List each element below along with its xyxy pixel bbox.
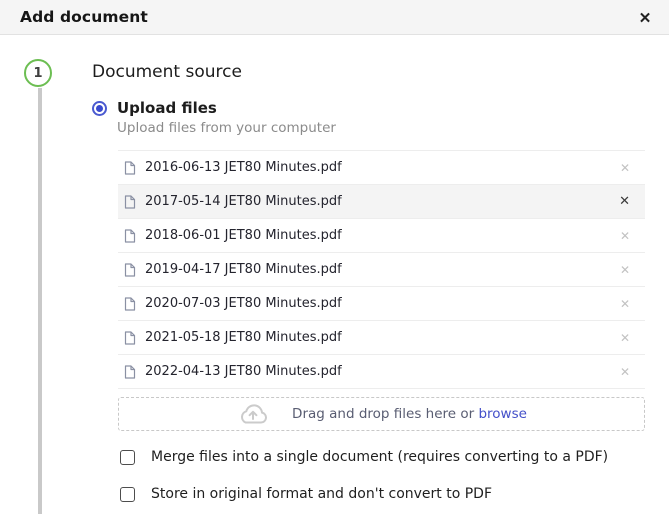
cloud-upload-icon (236, 402, 270, 426)
remove-file-icon[interactable]: ✕ (616, 193, 633, 210)
remove-file-icon[interactable]: ✕ (617, 330, 633, 346)
upload-files-label: Upload files (117, 99, 217, 117)
dropzone-text: Drag and drop files here or browse (292, 406, 527, 422)
modal-title: Add document (20, 8, 148, 26)
upload-files-option[interactable]: Upload files (92, 99, 645, 117)
file-row: 2019-04-17 JET80 Minutes.pdf ✕ (118, 252, 645, 286)
file-icon (124, 160, 136, 175)
file-list: 2016-06-13 JET80 Minutes.pdf ✕ 2017-05-14 … (118, 150, 645, 389)
step-rail-line (38, 88, 42, 514)
file-row: 2018-06-01 JET80 Minutes.pdf ✕ (118, 218, 645, 252)
file-icon (124, 364, 136, 379)
file-name: 2017-05-14 JET80 Minutes.pdf (145, 194, 342, 209)
options: Merge files into a single document (requ… (120, 449, 645, 503)
remove-file-icon[interactable]: ✕ (617, 364, 633, 380)
section-heading: Document source (92, 62, 242, 82)
dropzone[interactable]: Drag and drop files here or browse (118, 397, 645, 431)
file-name: 2018-06-01 JET80 Minutes.pdf (145, 228, 342, 243)
file-row: 2022-04-13 JET80 Minutes.pdf ✕ (118, 354, 645, 388)
merge-files-checkbox[interactable] (120, 450, 135, 465)
step-number: 1 (33, 65, 43, 81)
file-row: 2017-05-14 JET80 Minutes.pdf ✕ (118, 184, 645, 218)
upload-files-description: Upload files from your computer (117, 120, 336, 136)
file-name: 2019-04-17 JET80 Minutes.pdf (145, 262, 342, 277)
modal-content: Document source Upload files Upload file… (92, 62, 645, 514)
file-name: 2020-07-03 JET80 Minutes.pdf (145, 296, 342, 311)
file-row: 2016-06-13 JET80 Minutes.pdf ✕ (118, 150, 645, 184)
file-row: 2021-05-18 JET80 Minutes.pdf ✕ (118, 320, 645, 354)
modal-header: Add document (0, 0, 669, 35)
file-row: 2020-07-03 JET80 Minutes.pdf ✕ (118, 286, 645, 320)
close-icon[interactable]: ✕ (633, 6, 657, 30)
store-original-option[interactable]: Store in original format and don't conve… (120, 486, 645, 503)
file-icon (124, 296, 136, 311)
step-indicator: 1 (24, 59, 52, 87)
file-icon (124, 228, 136, 243)
store-original-label: Store in original format and don't conve… (151, 486, 493, 502)
file-name: 2021-05-18 JET80 Minutes.pdf (145, 330, 342, 345)
merge-files-option[interactable]: Merge files into a single document (requ… (120, 449, 645, 466)
add-document-modal: Add document ✕ 1 Document source Upload … (0, 0, 669, 514)
file-icon (124, 262, 136, 277)
file-icon (124, 330, 136, 345)
file-icon (124, 194, 136, 209)
file-name: 2016-06-13 JET80 Minutes.pdf (145, 160, 342, 175)
browse-link[interactable]: browse (478, 406, 526, 422)
remove-file-icon[interactable]: ✕ (617, 228, 633, 244)
remove-file-icon[interactable]: ✕ (617, 262, 633, 278)
radio-selected-icon[interactable] (92, 100, 107, 116)
file-name: 2022-04-13 JET80 Minutes.pdf (145, 364, 342, 379)
merge-files-label: Merge files into a single document (requ… (151, 449, 609, 465)
store-original-checkbox[interactable] (120, 487, 135, 502)
remove-file-icon[interactable]: ✕ (617, 296, 633, 312)
remove-file-icon[interactable]: ✕ (617, 160, 633, 176)
